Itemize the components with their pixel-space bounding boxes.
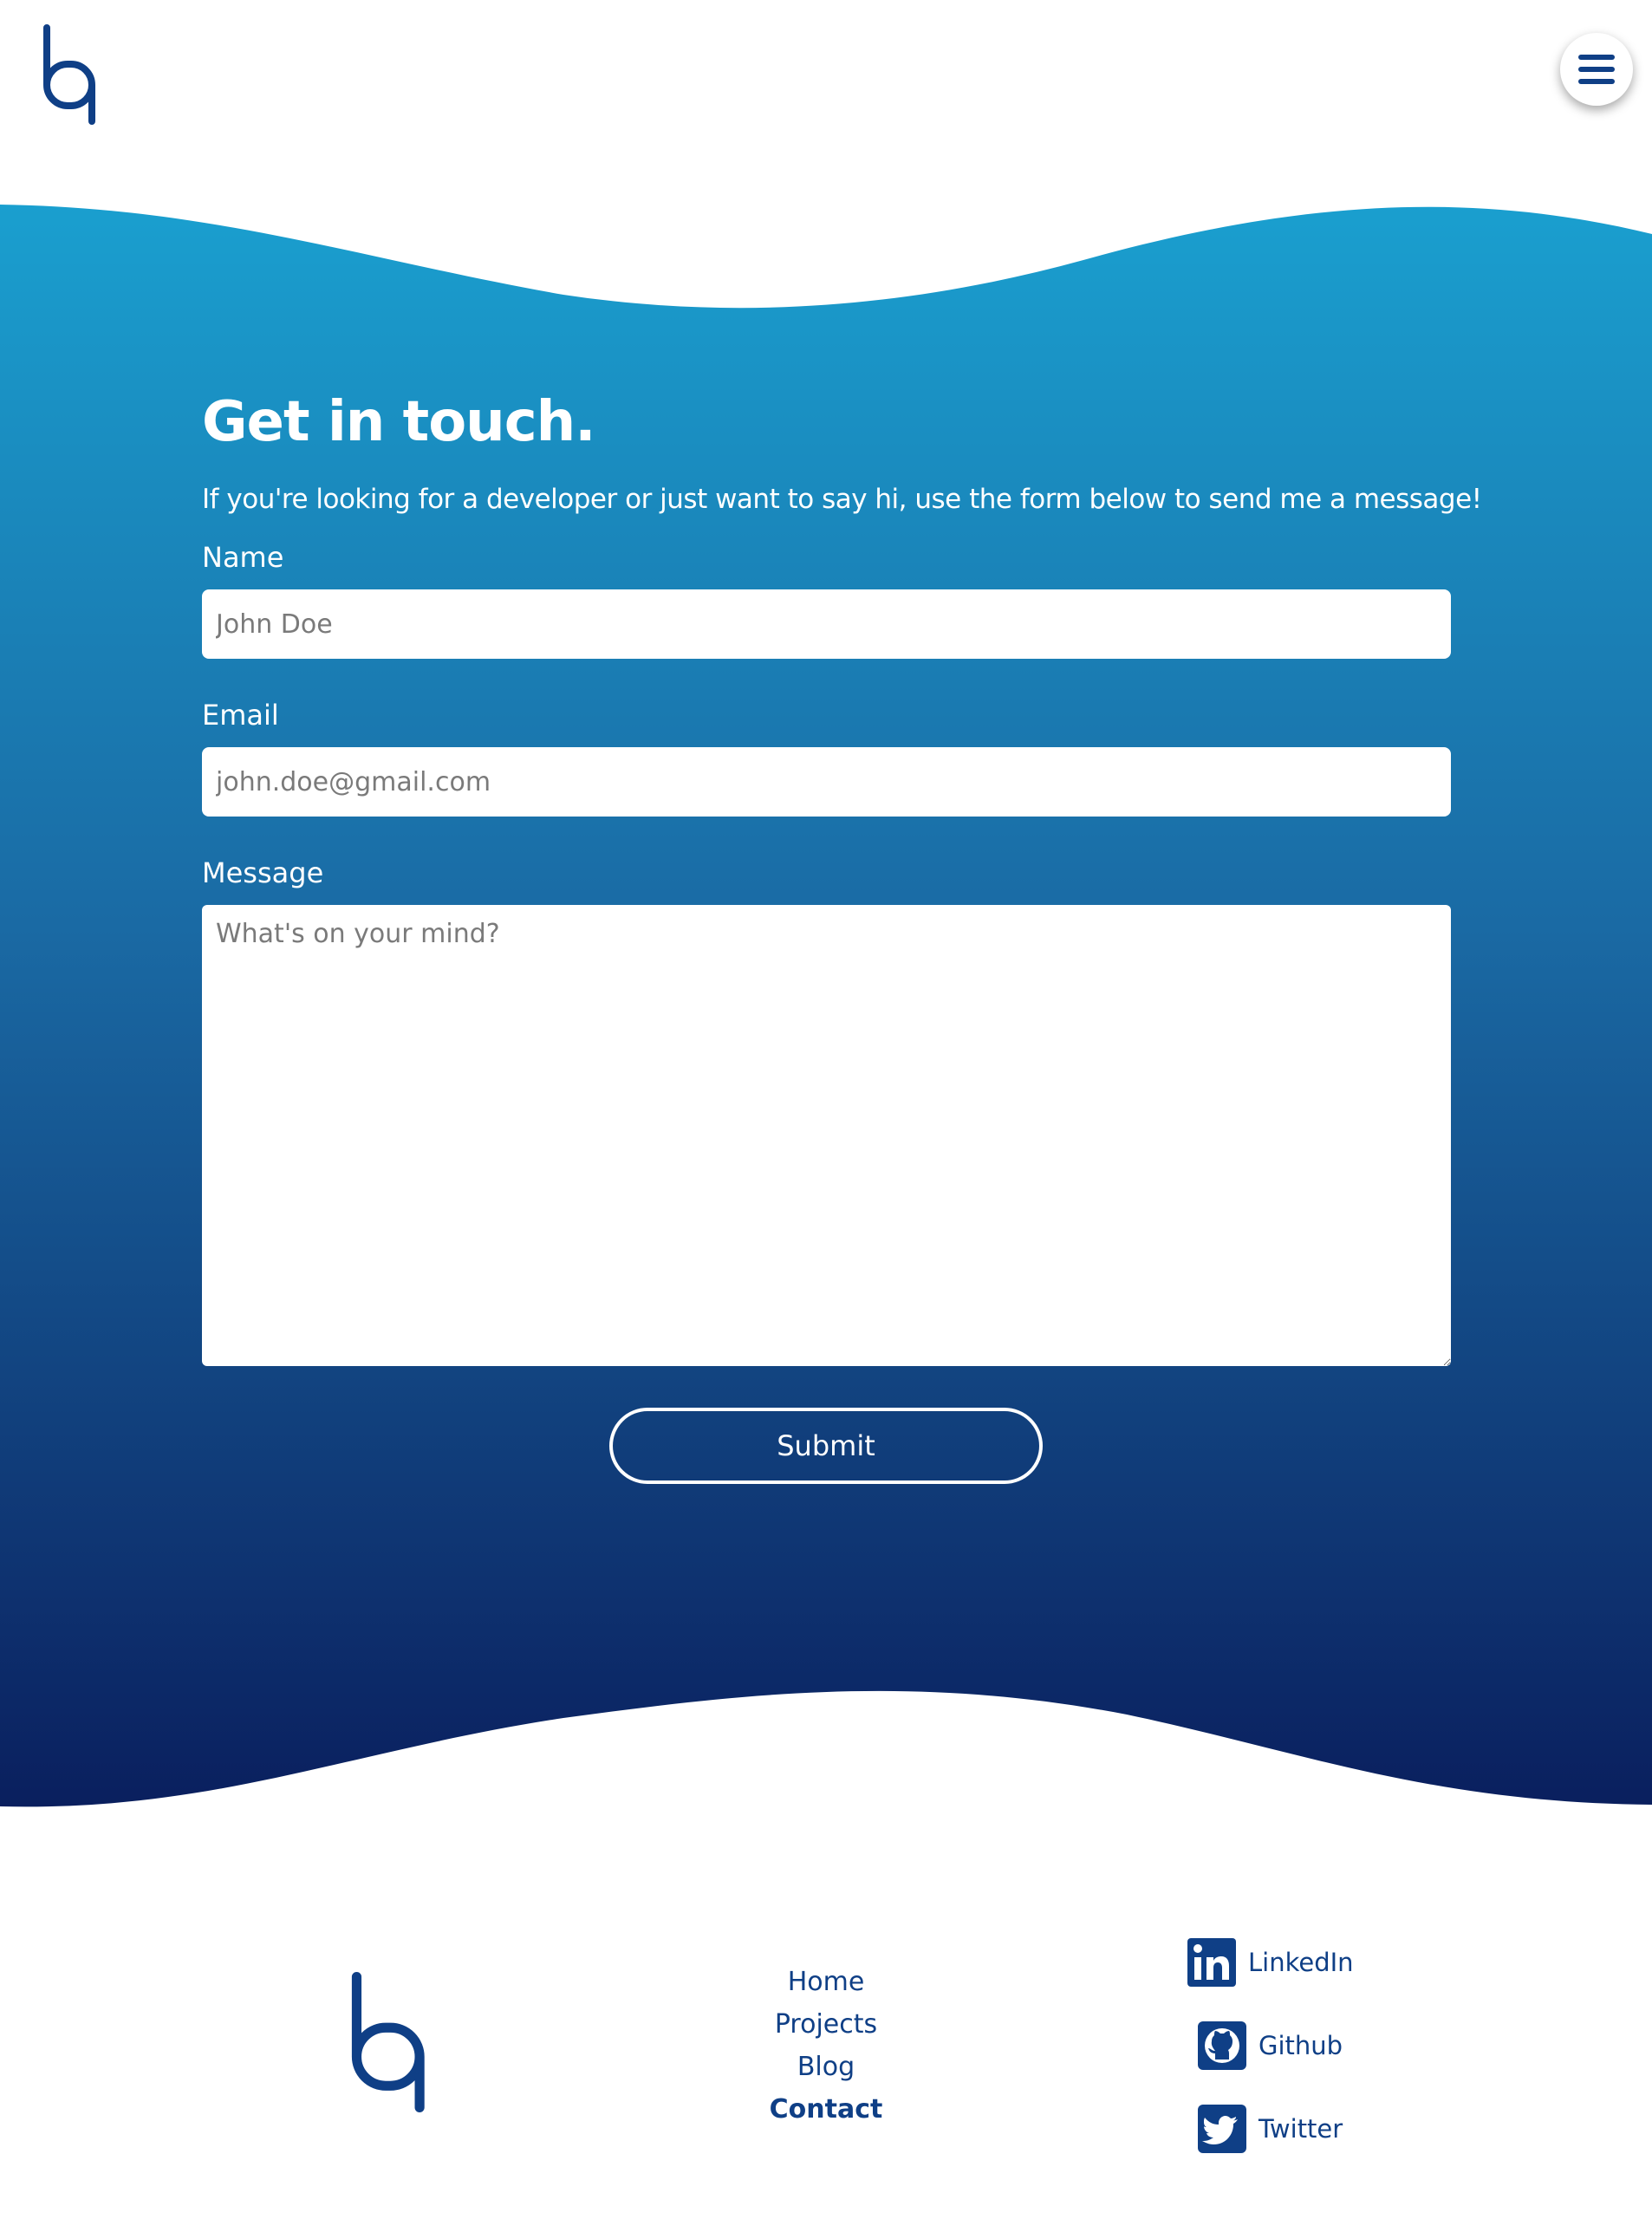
footer-nav-blog[interactable]: Blog xyxy=(797,2046,855,2088)
github-label: Github xyxy=(1259,2031,1343,2060)
linkedin-icon xyxy=(1187,1938,1236,1987)
hamburger-menu-icon xyxy=(1578,55,1615,84)
email-input[interactable] xyxy=(202,747,1451,817)
footer-nav-projects[interactable]: Projects xyxy=(775,2003,877,2046)
message-textarea[interactable] xyxy=(202,905,1451,1366)
bq-logo-icon xyxy=(351,1972,425,2112)
menu-button[interactable] xyxy=(1560,33,1633,106)
logo[interactable] xyxy=(40,24,95,125)
name-input[interactable] xyxy=(202,589,1451,659)
footer-logo[interactable] xyxy=(347,1972,425,2112)
twitter-label: Twitter xyxy=(1259,2114,1343,2144)
linkedin-label: LinkedIn xyxy=(1248,1948,1354,1977)
page-subtitle: If you're looking for a developer or jus… xyxy=(202,484,1482,515)
github-icon xyxy=(1198,2021,1246,2070)
bq-logo-icon xyxy=(43,24,95,125)
page-title: Get in touch. xyxy=(202,390,596,454)
footer-nav-contact[interactable]: Contact xyxy=(770,2088,883,2131)
footer-nav-home[interactable]: Home xyxy=(788,1961,865,2003)
message-label: Message xyxy=(202,856,324,889)
github-link[interactable]: Github xyxy=(1198,2021,1343,2070)
email-label: Email xyxy=(202,699,279,732)
linkedin-link[interactable]: LinkedIn xyxy=(1187,1938,1354,1987)
footer-nav: Home Projects Blog Contact xyxy=(739,1961,913,2131)
submit-button[interactable]: Submit xyxy=(609,1408,1043,1484)
name-label: Name xyxy=(202,541,284,574)
twitter-link[interactable]: Twitter xyxy=(1198,2105,1343,2153)
twitter-icon xyxy=(1198,2105,1246,2153)
